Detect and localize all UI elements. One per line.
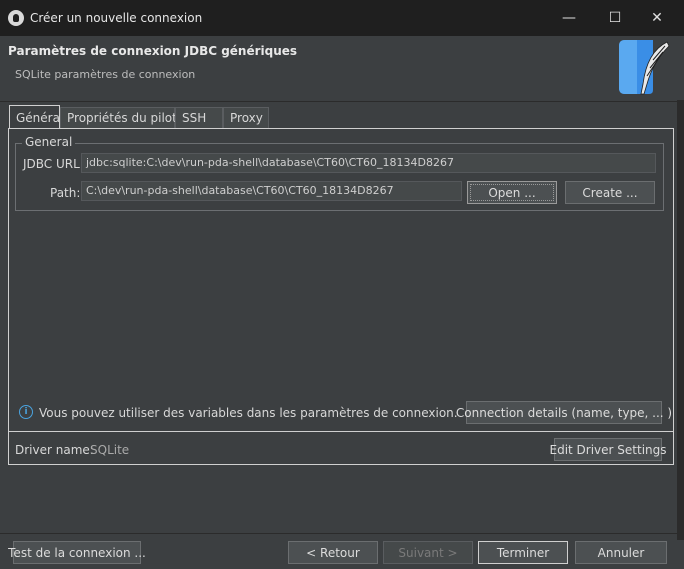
next-button[interactable]: Suivant > [383, 541, 473, 564]
general-group-label: General [22, 135, 76, 149]
path-field[interactable]: C:\dev\run-pda-shell\database\CT60\CT60_… [81, 181, 462, 201]
footer-divider [0, 533, 684, 534]
window-edge [677, 100, 684, 540]
cancel-button[interactable]: Annuler [575, 541, 667, 564]
jdbc-url-field[interactable]: jdbc:sqlite:C:\dev\run-pda-shell\databas… [81, 153, 656, 173]
test-connection-button[interactable]: Test de la connexion ... [8, 541, 146, 564]
edit-driver-settings-button[interactable]: Edit Driver Settings [550, 438, 667, 461]
driver-separator [8, 431, 674, 432]
page-subtitle: SQLite paramètres de connexion [15, 68, 196, 81]
finish-button[interactable]: Terminer [478, 541, 568, 564]
window-title: Créer un nouvelle connexion [30, 11, 203, 25]
open-button[interactable]: Open ... [467, 181, 557, 204]
variables-info-text: Vous pouvez utiliser des variables dans … [39, 406, 458, 420]
jdbc-url-label: JDBC URL: [23, 157, 84, 171]
sqlite-feather-icon [619, 40, 670, 95]
driver-name-value: SQLite [90, 443, 130, 457]
header-divider [0, 101, 684, 102]
info-icon: i [19, 405, 33, 419]
tab-proxy[interactable]: Proxy [223, 107, 269, 128]
connection-details-button[interactable]: Connection details (name, type, ... ) [456, 401, 672, 424]
create-button[interactable]: Create ... [565, 181, 655, 204]
tab-ssh[interactable]: SSH [175, 107, 223, 128]
tab-driver-properties[interactable]: Propriétés du pilote [60, 107, 184, 128]
page-title: Paramètres de connexion JDBC génériques [8, 44, 298, 58]
maximize-button[interactable]: ☐ [592, 0, 638, 36]
back-button[interactable]: < Retour [288, 541, 378, 564]
app-logo-icon [8, 10, 24, 26]
minimize-button[interactable]: — [546, 0, 592, 36]
driver-name-label: Driver name: [15, 443, 94, 457]
close-button[interactable]: ✕ [634, 0, 680, 36]
tab-general[interactable]: Général [9, 105, 63, 129]
path-label: Path: [50, 186, 81, 200]
